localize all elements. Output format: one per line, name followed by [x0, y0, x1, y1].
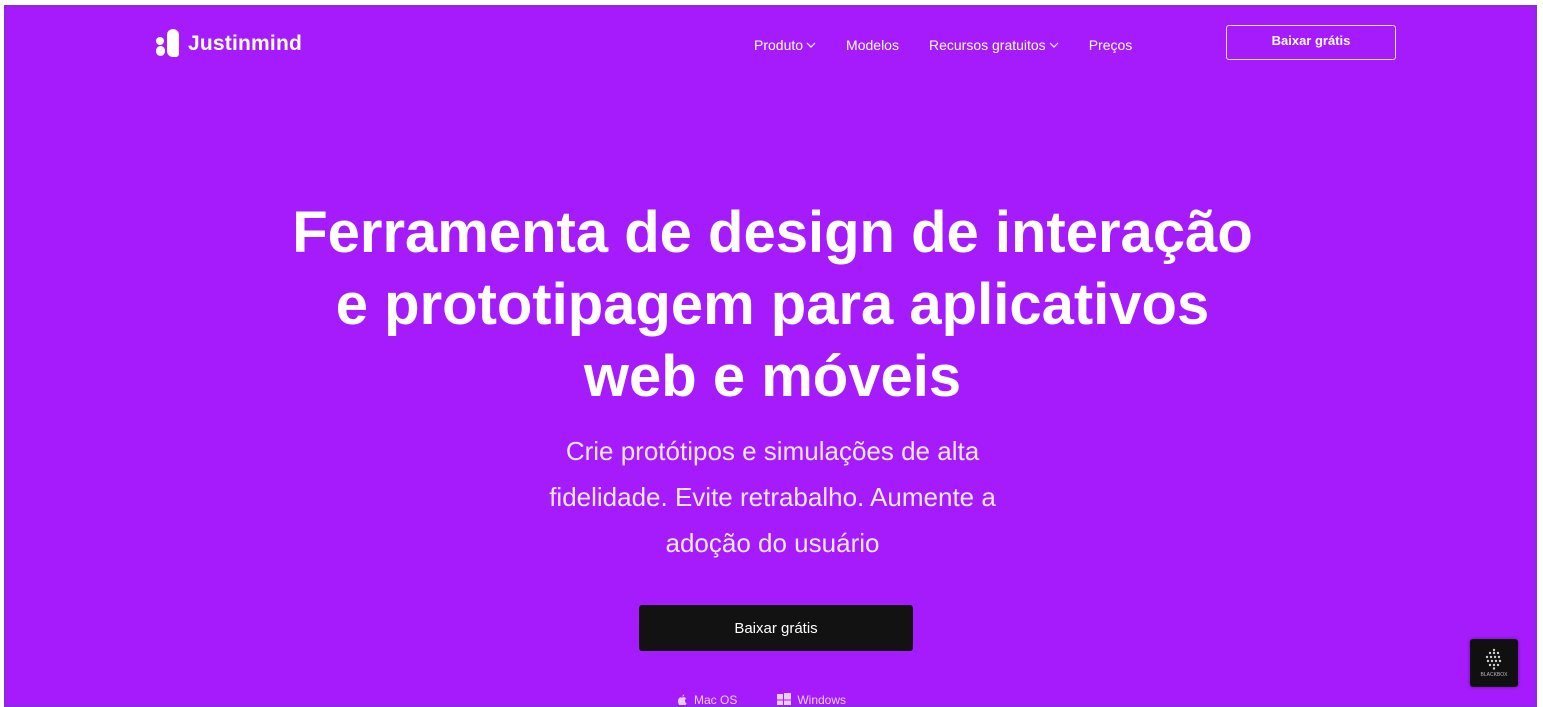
blackbox-icon: [1485, 648, 1502, 670]
hero-subtitle-line: Crie protótipos e simulações de alta: [565, 436, 980, 466]
platform-mac-label: Mac OS: [694, 693, 738, 707]
hero-download-button[interactable]: Baixar grátis: [639, 605, 913, 651]
apple-icon: [677, 694, 687, 705]
nav-item-precos-label: Preços: [1088, 37, 1133, 53]
nav-item-produto-label: Produto: [754, 37, 804, 53]
justinmind-logo[interactable]: Justinmind: [154, 27, 302, 61]
widget-label: BLACKBOX: [1480, 672, 1508, 678]
blackbox-widget-button[interactable]: BLACKBOX: [1470, 639, 1518, 687]
platform-windows-label: Windows: [797, 693, 847, 707]
nav-item-produto[interactable]: Produto: [754, 37, 816, 53]
logo-text: Justinmind: [188, 32, 303, 55]
hero-subtitle: Crie protótipos e simulações de alta fid…: [6, 428, 1535, 566]
chevron-down-icon: [1049, 42, 1059, 48]
nav-item-modelos-label: Modelos: [846, 37, 899, 53]
hero-subtitle-line: fidelidade. Evite retrabalho. Aumente a: [549, 482, 996, 512]
page-frame: Justinmind Produto Modelos Recursos grat…: [4, 5, 1537, 707]
nav-item-recursos-label: Recursos gratuitos: [928, 37, 1046, 53]
hero-title: Ferramenta de design de interação e prot…: [6, 197, 1535, 413]
justinmind-logo-icon: [154, 27, 182, 61]
platform-windows[interactable]: Windows: [777, 693, 847, 707]
main-nav: Produto Modelos Recursos gratuitos Preço…: [754, 37, 1132, 53]
hero-title-line: web e móveis: [583, 344, 962, 409]
nav-item-recursos[interactable]: Recursos gratuitos: [929, 37, 1059, 53]
hero-subtitle-line: adoção do usuário: [665, 528, 880, 558]
platform-list: Mac OS Windows: [676, 693, 847, 707]
hero-title-line: Ferramenta de design de interação: [292, 200, 1253, 265]
platform-mac[interactable]: Mac OS: [676, 693, 738, 707]
chevron-down-icon: [806, 42, 816, 48]
hero-title-line: e prototipagem para aplicativos: [335, 272, 1210, 337]
nav-item-precos[interactable]: Preços: [1089, 37, 1133, 53]
nav-item-modelos[interactable]: Modelos: [846, 37, 899, 53]
header-download-button[interactable]: Baixar grátis: [1226, 25, 1396, 60]
windows-icon: [777, 693, 792, 705]
